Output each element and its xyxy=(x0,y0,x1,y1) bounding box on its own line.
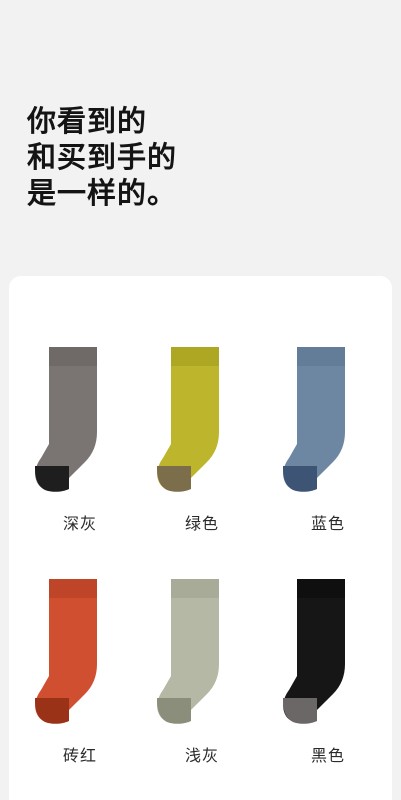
headline-line-2: 和买到手的 xyxy=(27,140,178,174)
sock-icon xyxy=(157,579,219,724)
headline-line-1: 你看到的 xyxy=(27,104,148,138)
color-option-light-grey[interactable]: 浅灰 xyxy=(147,576,257,766)
color-option-black[interactable]: 黑色 xyxy=(273,576,383,766)
sock-icon xyxy=(157,347,219,492)
color-option-label: 深灰 xyxy=(62,514,97,533)
sock-icon xyxy=(283,347,345,492)
sock-icon xyxy=(35,579,97,724)
color-option-label: 浅灰 xyxy=(184,746,219,765)
color-option-label: 蓝色 xyxy=(310,514,345,533)
color-option-label: 砖红 xyxy=(62,746,97,765)
color-option-brick-red[interactable]: 砖红 xyxy=(25,576,135,766)
color-option-blue[interactable]: 蓝色 xyxy=(273,344,383,534)
headline: 你看到的 和买到手的 是一样的。 xyxy=(27,103,177,211)
sock-icon xyxy=(35,347,97,492)
color-option-label: 绿色 xyxy=(184,514,219,533)
sock-icon xyxy=(283,579,345,724)
color-option-dark-grey[interactable]: 深灰 xyxy=(25,344,135,534)
color-options-card: 深灰 绿色 蓝色 砖红 浅灰 黑色 xyxy=(9,276,392,800)
color-option-label: 黑色 xyxy=(310,746,345,765)
headline-line-3: 是一样的。 xyxy=(27,176,178,210)
color-option-green[interactable]: 绿色 xyxy=(147,344,257,534)
